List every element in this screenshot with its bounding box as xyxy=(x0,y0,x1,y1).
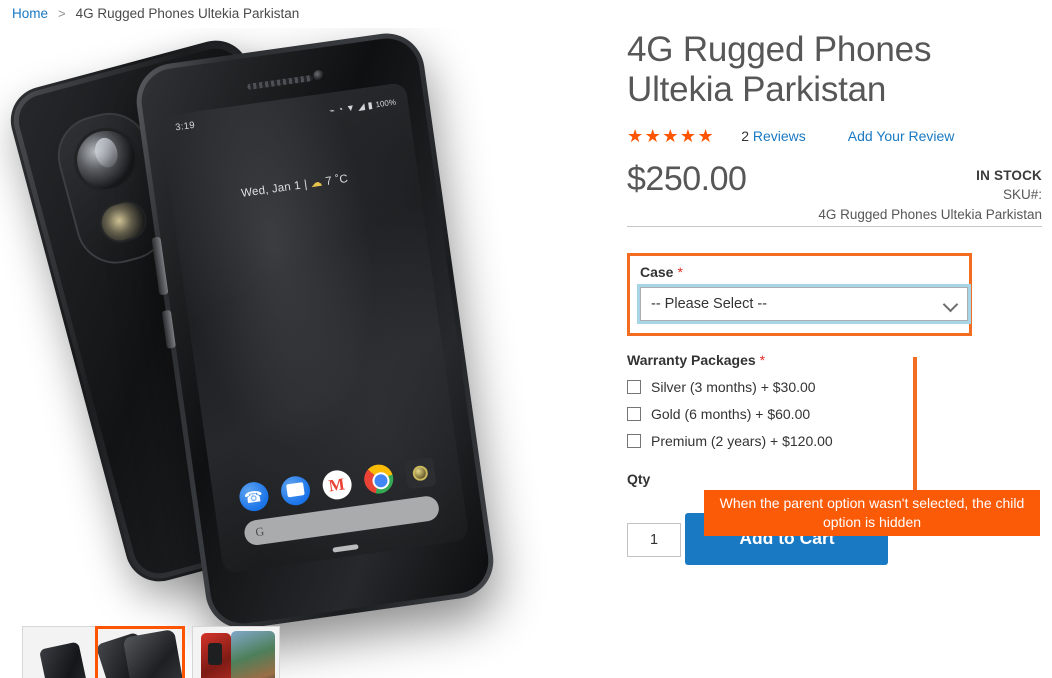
weather-icon: ☁ xyxy=(309,176,324,191)
reviews-label: Reviews xyxy=(752,128,806,145)
camera-flash-icon xyxy=(95,196,152,248)
warranty-row-silver[interactable]: Silver (3 months) + $30.00 xyxy=(627,379,1042,395)
breadcrumb-current: 4G Rugged Phones Ultekia Parkistan xyxy=(75,6,300,21)
alarm-icon: ◔ xyxy=(337,103,344,115)
rating-row: ★★★★★ 2 Reviews Add Your Review xyxy=(627,126,1042,147)
case-label: Case * xyxy=(640,264,959,280)
thumbnail-3[interactable] xyxy=(192,626,280,678)
messages-icon xyxy=(278,474,312,508)
status-bar-time: 3:19 xyxy=(174,119,196,134)
warranty-row-premium[interactable]: Premium (2 years) + $120.00 xyxy=(627,433,1042,449)
star-rating-icon: ★★★★★ xyxy=(627,125,716,146)
breadcrumb: Home > 4G Rugged Phones Ultekia Parkista… xyxy=(12,6,299,21)
widget-divider: | xyxy=(303,178,309,192)
earpiece-icon xyxy=(246,74,314,91)
sku-label: SKU#: xyxy=(1002,187,1042,203)
qty-input[interactable] xyxy=(627,523,681,558)
product-page: Home > 4G Rugged Phones Ultekia Parkista… xyxy=(0,0,1052,678)
warranty-label-gold[interactable]: Gold (6 months) + $60.00 xyxy=(651,406,810,422)
product-price: $250.00 xyxy=(627,159,747,198)
battery-icon: ▮ xyxy=(367,99,374,111)
phone-screen: 3:19 ⌁ ◔ ▼ ◢ ▮ 100% Wed, Jan 1 | ☁ 7 ˚C … xyxy=(159,82,470,575)
warranty-label-text: Warranty Packages xyxy=(627,351,756,368)
thumbnail-strip xyxy=(0,626,600,678)
sku-value: 4G Rugged Phones Ultekia Parkistan xyxy=(818,206,1042,222)
camera-lens-icon xyxy=(66,120,146,200)
bluetooth-icon: ⌁ xyxy=(328,105,336,116)
gmail-icon: M xyxy=(320,468,354,502)
lockscreen-widget: Wed, Jan 1 | ☁ 7 ˚C xyxy=(171,161,419,209)
breadcrumb-home-link[interactable]: Home xyxy=(12,6,48,21)
review-count: 2 xyxy=(741,128,749,145)
warranty-label: Warranty Packages * xyxy=(627,352,1042,368)
section-divider xyxy=(627,225,1042,227)
thumbnail-3-image-b xyxy=(231,631,275,678)
warranty-label-silver[interactable]: Silver (3 months) + $30.00 xyxy=(651,379,816,395)
case-label-text: Case xyxy=(640,263,674,280)
front-camera-icon xyxy=(312,69,325,82)
stock-and-sku: IN STOCK SKU#: 4G Rugged Phones Ultekia … xyxy=(818,166,1042,225)
warranty-checkbox-premium[interactable] xyxy=(627,433,641,448)
annotation-callout: When the parent option wasn't selected, … xyxy=(704,490,1040,536)
case-required-marker: * xyxy=(677,263,683,280)
status-badge: IN STOCK xyxy=(976,167,1042,183)
signal-icon: ◢ xyxy=(357,100,366,112)
thumbnail-3-image-a xyxy=(201,633,231,678)
status-bar-indicators: ⌁ ◔ ▼ ◢ ▮ 100% xyxy=(329,98,397,116)
warranty-checkbox-silver[interactable] xyxy=(627,379,641,394)
case-option-group: Case * -- Please Select -- xyxy=(627,252,972,336)
case-select-wrapper[interactable]: -- Please Select -- xyxy=(640,286,968,321)
breadcrumb-separator-icon: > xyxy=(58,6,66,21)
warranty-option-group: Warranty Packages * Silver (3 months) + $… xyxy=(627,352,1042,449)
google-g-icon: G xyxy=(254,524,265,540)
product-media-column: 3:19 ⌁ ◔ ▼ ◢ ▮ 100% Wed, Jan 1 | ☁ 7 ˚C … xyxy=(0,28,600,678)
warranty-checkbox-gold[interactable] xyxy=(627,406,641,421)
wifi-icon: ▼ xyxy=(345,102,356,114)
chrome-icon xyxy=(361,462,395,496)
product-hero-image[interactable]: 3:19 ⌁ ◔ ▼ ◢ ▮ 100% Wed, Jan 1 | ☁ 7 ˚C … xyxy=(3,28,580,634)
battery-percent: 100% xyxy=(375,97,397,110)
warranty-label-premium[interactable]: Premium (2 years) + $120.00 xyxy=(651,433,833,449)
home-indicator xyxy=(332,544,359,553)
qty-label: Qty xyxy=(627,470,651,487)
warranty-row-gold[interactable]: Gold (6 months) + $60.00 xyxy=(627,406,1042,422)
widget-weather: 7 ˚C xyxy=(324,172,349,189)
thumbnail-2-image-b xyxy=(122,629,182,678)
product-info-column: 4G Rugged Phones Ultekia Parkistan ★★★★★… xyxy=(627,30,1042,565)
thumbnail-2[interactable] xyxy=(95,626,185,678)
page-title: 4G Rugged Phones Ultekia Parkistan xyxy=(627,30,932,109)
camera-icon xyxy=(403,456,437,490)
phone-icon xyxy=(237,480,270,514)
add-review-link[interactable]: Add Your Review xyxy=(848,128,955,144)
widget-date: Wed, Jan 1 xyxy=(240,179,302,200)
case-select[interactable]: -- Please Select -- xyxy=(641,287,967,320)
annotation-connector xyxy=(913,357,917,491)
warranty-required-marker: * xyxy=(759,351,766,368)
price-row: $250.00 IN STOCK SKU#: 4G Rugged Phones … xyxy=(627,160,1042,222)
reviews-link[interactable]: 2 Reviews xyxy=(741,128,806,144)
thumbnail-1-image xyxy=(38,641,92,678)
